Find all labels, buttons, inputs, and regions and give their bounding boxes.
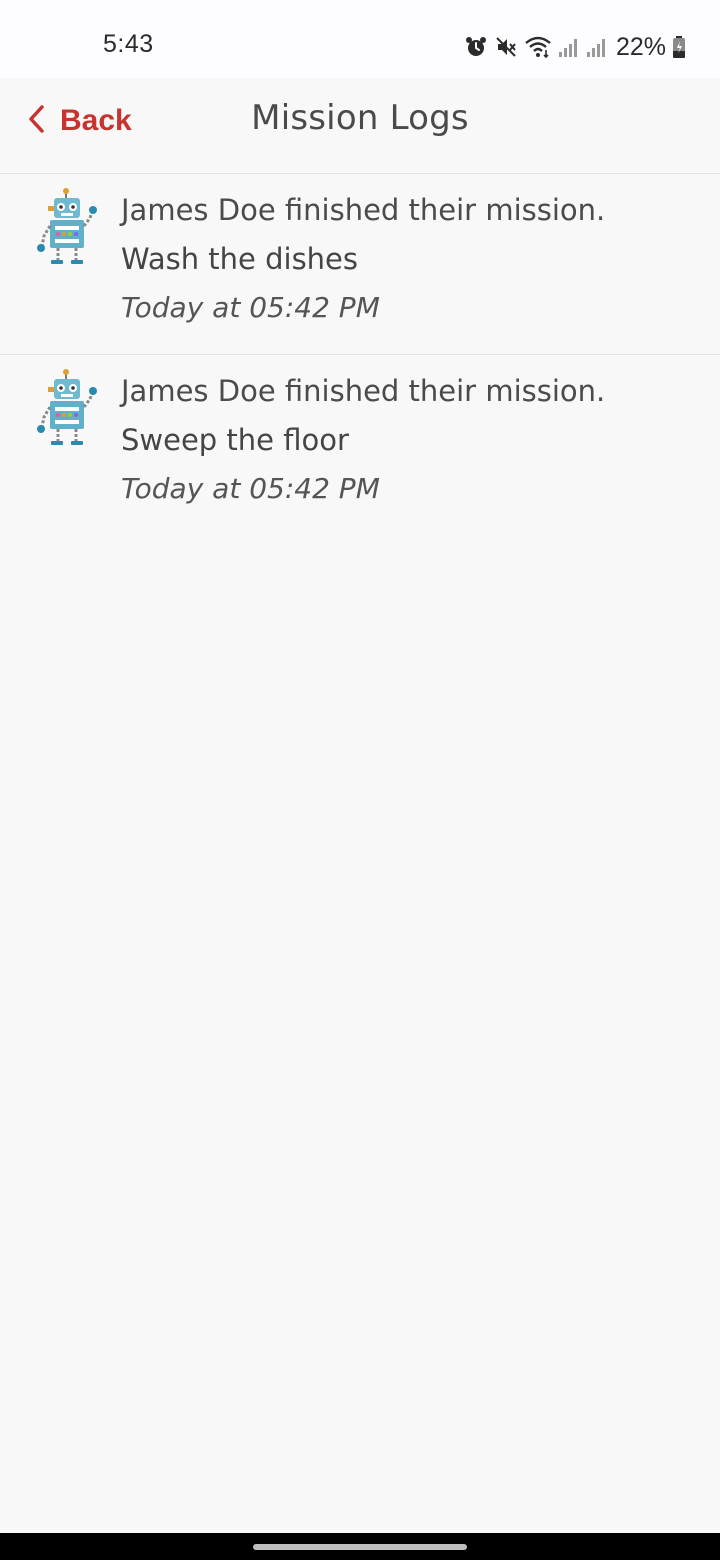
- status-icons: 22%: [464, 30, 686, 64]
- robot-icon: [36, 369, 98, 449]
- status-bar: 5:43 22%: [0, 0, 720, 78]
- log-timestamp: Today at 05:42 PM: [121, 472, 380, 505]
- log-text: James Doe finished their mission. Sweep …: [121, 373, 700, 507]
- log-mission: Wash the dishes: [121, 242, 359, 276]
- log-timestamp: Today at 05:42 PM: [121, 291, 380, 324]
- battery-icon: [672, 35, 686, 59]
- page-title: Mission Logs: [251, 98, 469, 138]
- log-mission: Sweep the floor: [121, 423, 349, 457]
- battery-percent: 22%: [615, 32, 666, 61]
- nav-header: Back Mission Logs: [0, 78, 720, 174]
- status-time: 5:43: [103, 30, 154, 58]
- list-item: James Doe finished their mission. Wash t…: [0, 174, 720, 355]
- signal-icon: [586, 35, 608, 59]
- home-indicator[interactable]: [253, 1544, 467, 1550]
- wifi-icon: [524, 35, 552, 59]
- signal-icon: [558, 35, 580, 59]
- log-text: James Doe finished their mission. Wash t…: [121, 192, 700, 326]
- list-item: James Doe finished their mission. Sweep …: [0, 355, 720, 535]
- alarm-icon: [464, 35, 488, 59]
- log-list: James Doe finished their mission. Wash t…: [0, 174, 720, 535]
- log-message: James Doe finished their mission.: [121, 374, 606, 408]
- log-message: James Doe finished their mission.: [121, 193, 606, 227]
- mute-icon: [494, 35, 518, 59]
- robot-icon: [36, 188, 98, 268]
- navigation-bar: [0, 1533, 720, 1560]
